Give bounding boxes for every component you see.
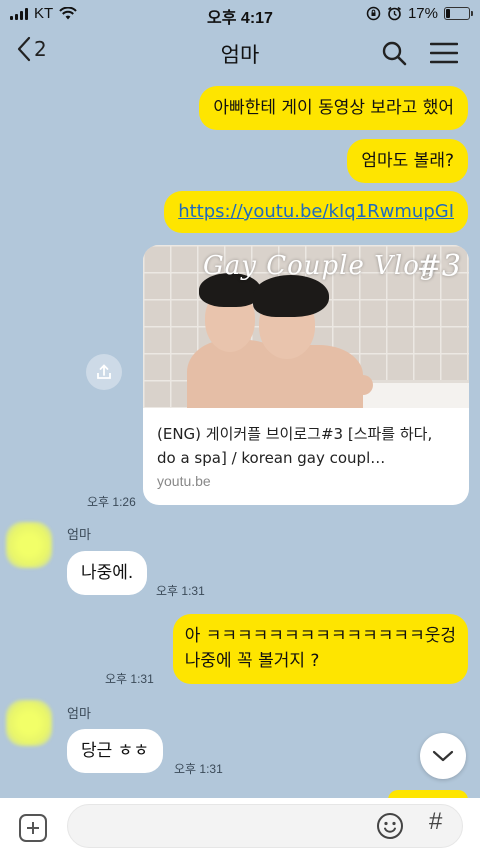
sender-name: 엄마 xyxy=(67,528,91,543)
card-domain: youtu.be xyxy=(157,473,211,489)
sender-name: 엄마 xyxy=(67,707,91,722)
status-bar: KT 오후 4:17 17% xyxy=(0,0,480,28)
chevron-down-icon xyxy=(432,750,454,762)
message-line: 나중에 꼭 볼거지 ? xyxy=(184,651,320,671)
thumbnail-title: Gay Couple Vlog xyxy=(203,251,438,281)
my-message[interactable]: 아 ㅋㅋㅋㅋㅋㅋㅋㅋㅋㅋㅋㅋㅋㅋ웃겅 나중에 꼭 볼거지 ? xyxy=(172,614,468,684)
battery-percent: 17% xyxy=(407,5,438,22)
input-bar: # xyxy=(0,798,480,854)
message-time: 오후 1:31 xyxy=(174,762,223,776)
status-right: 17% xyxy=(366,5,473,22)
my-message[interactable]: 아빠한테 게이 동영상 보라고 했어 xyxy=(199,86,468,130)
share-icon xyxy=(97,364,111,379)
scroll-to-bottom-button[interactable] xyxy=(420,733,466,779)
link-preview-card[interactable]: Gay Couple Vlog #3 (ENG) 게이커플 브이로그#3 [스파… xyxy=(143,245,469,505)
share-button[interactable] xyxy=(86,354,122,390)
message-line: 아 ㅋㅋㅋㅋㅋㅋㅋㅋㅋㅋㅋㅋㅋㅋ웃겅 xyxy=(184,626,456,646)
search-button[interactable] xyxy=(381,40,407,70)
chat-header: 2 엄마 xyxy=(0,28,480,80)
alarm-icon xyxy=(387,6,401,21)
emoji-icon xyxy=(377,813,403,839)
emoji-button[interactable] xyxy=(376,812,404,844)
message-time: 오후 1:26 xyxy=(87,495,136,509)
menu-button[interactable] xyxy=(429,42,459,68)
my-message[interactable]: 엄마도 볼래? xyxy=(347,139,468,183)
avatar[interactable] xyxy=(6,522,52,568)
orientation-lock-icon xyxy=(366,6,381,21)
youtube-link[interactable]: https://youtu.be/kIq1RwmupGI xyxy=(178,201,454,222)
card-title: (ENG) 게이커플 브이로그#3 [스파를 하다, do a spa] / k… xyxy=(157,425,433,467)
hash-button[interactable]: # xyxy=(429,808,442,836)
thumbnail-tag: #3 xyxy=(416,249,461,284)
message-time: 오후 1:31 xyxy=(156,584,205,598)
message-time: 오후 1:31 xyxy=(105,672,154,686)
my-link-message[interactable]: https://youtu.be/kIq1RwmupGI xyxy=(164,191,468,233)
their-message[interactable]: 당근 ㅎㅎ xyxy=(67,729,163,773)
their-message[interactable]: 나중에. xyxy=(67,551,148,595)
video-thumbnail: Gay Couple Vlog #3 xyxy=(143,245,469,408)
battery-icon xyxy=(444,7,473,20)
menu-icon xyxy=(429,42,459,64)
search-icon xyxy=(382,41,407,66)
avatar[interactable] xyxy=(6,700,52,746)
plus-button[interactable] xyxy=(19,814,47,842)
chat-title: 엄마 xyxy=(220,43,260,67)
